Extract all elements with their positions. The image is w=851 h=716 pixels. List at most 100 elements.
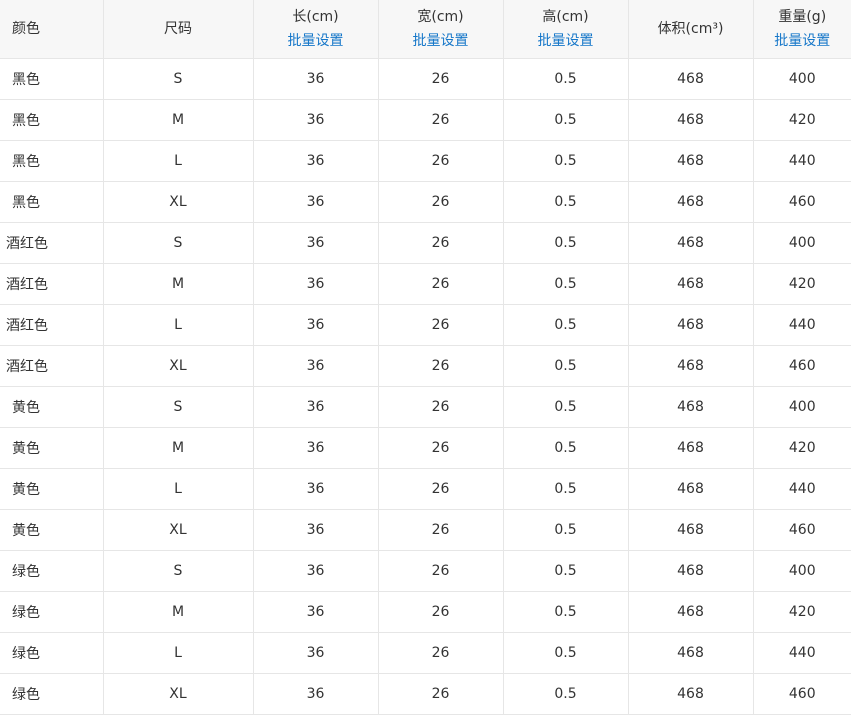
header-size: 尺码 bbox=[103, 0, 254, 59]
cell-color: 黑色 bbox=[0, 181, 104, 223]
cell-height: 0.5 bbox=[503, 591, 629, 633]
cell-size: L bbox=[103, 468, 254, 510]
header-weight: 重量(g) 批量设置 bbox=[753, 0, 851, 59]
cell-volume: 468 bbox=[628, 263, 754, 305]
table-row: 黄色 L 36 26 0.5 468 440 bbox=[0, 468, 851, 510]
cell-width: 26 bbox=[378, 386, 504, 428]
cell-volume: 468 bbox=[628, 181, 754, 223]
cell-weight: 460 bbox=[753, 345, 851, 387]
table-row: 酒红色 L 36 26 0.5 468 440 bbox=[0, 304, 851, 346]
cell-height: 0.5 bbox=[503, 427, 629, 469]
header-color: 颜色 bbox=[0, 0, 104, 59]
batch-set-weight-link[interactable]: 批量设置 bbox=[754, 29, 851, 53]
cell-length: 36 bbox=[253, 58, 379, 100]
cell-color: 酒红色 bbox=[0, 304, 104, 346]
cell-width: 26 bbox=[378, 304, 504, 346]
cell-volume: 468 bbox=[628, 99, 754, 141]
cell-weight: 400 bbox=[753, 550, 851, 592]
cell-volume: 468 bbox=[628, 509, 754, 551]
header-volume-label: 体积(cm³) bbox=[657, 21, 724, 37]
cell-weight: 440 bbox=[753, 468, 851, 510]
cell-size: XL bbox=[103, 181, 254, 223]
cell-weight: 420 bbox=[753, 263, 851, 305]
cell-width: 26 bbox=[378, 140, 504, 182]
table-row: 黑色 S 36 26 0.5 468 400 bbox=[0, 58, 851, 100]
cell-weight: 440 bbox=[753, 632, 851, 674]
cell-size: L bbox=[103, 632, 254, 674]
cell-weight: 440 bbox=[753, 304, 851, 346]
cell-height: 0.5 bbox=[503, 140, 629, 182]
table-row: 黄色 XL 36 26 0.5 468 460 bbox=[0, 509, 851, 551]
header-volume: 体积(cm³) bbox=[628, 0, 754, 59]
cell-volume: 468 bbox=[628, 591, 754, 633]
header-length-label: 长(cm) bbox=[292, 9, 339, 25]
sku-spec-table: 颜色 尺码 长(cm) 批量设置 宽(cm) 批量设置 高(cm) 批量设置 体… bbox=[0, 0, 851, 715]
cell-weight: 420 bbox=[753, 591, 851, 633]
cell-width: 26 bbox=[378, 99, 504, 141]
cell-height: 0.5 bbox=[503, 509, 629, 551]
cell-width: 26 bbox=[378, 263, 504, 305]
cell-volume: 468 bbox=[628, 304, 754, 346]
header-row: 颜色 尺码 长(cm) 批量设置 宽(cm) 批量设置 高(cm) 批量设置 体… bbox=[0, 0, 851, 59]
table-row: 酒红色 XL 36 26 0.5 468 460 bbox=[0, 345, 851, 387]
cell-length: 36 bbox=[253, 304, 379, 346]
cell-height: 0.5 bbox=[503, 99, 629, 141]
cell-height: 0.5 bbox=[503, 345, 629, 387]
cell-color: 黄色 bbox=[0, 427, 104, 469]
cell-weight: 420 bbox=[753, 427, 851, 469]
cell-color: 黄色 bbox=[0, 468, 104, 510]
cell-length: 36 bbox=[253, 140, 379, 182]
header-size-label: 尺码 bbox=[164, 21, 192, 37]
cell-size: M bbox=[103, 99, 254, 141]
cell-color: 酒红色 bbox=[0, 222, 104, 264]
cell-size: M bbox=[103, 427, 254, 469]
cell-volume: 468 bbox=[628, 386, 754, 428]
table-row: 酒红色 S 36 26 0.5 468 400 bbox=[0, 222, 851, 264]
cell-length: 36 bbox=[253, 632, 379, 674]
cell-size: L bbox=[103, 140, 254, 182]
table-row: 酒红色 M 36 26 0.5 468 420 bbox=[0, 263, 851, 305]
cell-size: XL bbox=[103, 345, 254, 387]
cell-volume: 468 bbox=[628, 345, 754, 387]
cell-height: 0.5 bbox=[503, 468, 629, 510]
table-body: 黑色 S 36 26 0.5 468 400 黑色 M 36 26 0.5 468 420 黑色 L 36 26 0… bbox=[0, 58, 851, 715]
cell-width: 26 bbox=[378, 673, 504, 715]
cell-color: 黄色 bbox=[0, 386, 104, 428]
cell-color: 黑色 bbox=[0, 58, 104, 100]
cell-width: 26 bbox=[378, 591, 504, 633]
table-header: 颜色 尺码 长(cm) 批量设置 宽(cm) 批量设置 高(cm) 批量设置 体… bbox=[0, 0, 851, 59]
header-width: 宽(cm) 批量设置 bbox=[378, 0, 504, 59]
cell-color: 黑色 bbox=[0, 99, 104, 141]
table-row: 绿色 L 36 26 0.5 468 440 bbox=[0, 632, 851, 674]
cell-weight: 440 bbox=[753, 140, 851, 182]
cell-length: 36 bbox=[253, 345, 379, 387]
table-row: 黄色 S 36 26 0.5 468 400 bbox=[0, 386, 851, 428]
cell-volume: 468 bbox=[628, 222, 754, 264]
cell-height: 0.5 bbox=[503, 304, 629, 346]
cell-size: S bbox=[103, 222, 254, 264]
cell-length: 36 bbox=[253, 550, 379, 592]
batch-set-height-link[interactable]: 批量设置 bbox=[504, 29, 628, 53]
cell-size: XL bbox=[103, 509, 254, 551]
batch-set-width-link[interactable]: 批量设置 bbox=[379, 29, 503, 53]
batch-set-length-link[interactable]: 批量设置 bbox=[254, 29, 378, 53]
cell-length: 36 bbox=[253, 427, 379, 469]
cell-width: 26 bbox=[378, 58, 504, 100]
cell-length: 36 bbox=[253, 509, 379, 551]
cell-volume: 468 bbox=[628, 632, 754, 674]
cell-size: S bbox=[103, 386, 254, 428]
cell-volume: 468 bbox=[628, 58, 754, 100]
cell-volume: 468 bbox=[628, 140, 754, 182]
cell-height: 0.5 bbox=[503, 222, 629, 264]
cell-weight: 400 bbox=[753, 222, 851, 264]
cell-color: 绿色 bbox=[0, 550, 104, 592]
cell-color: 酒红色 bbox=[0, 263, 104, 305]
cell-length: 36 bbox=[253, 591, 379, 633]
cell-length: 36 bbox=[253, 181, 379, 223]
cell-height: 0.5 bbox=[503, 386, 629, 428]
cell-weight: 460 bbox=[753, 673, 851, 715]
cell-weight: 420 bbox=[753, 99, 851, 141]
cell-length: 36 bbox=[253, 222, 379, 264]
cell-volume: 468 bbox=[628, 468, 754, 510]
cell-width: 26 bbox=[378, 427, 504, 469]
